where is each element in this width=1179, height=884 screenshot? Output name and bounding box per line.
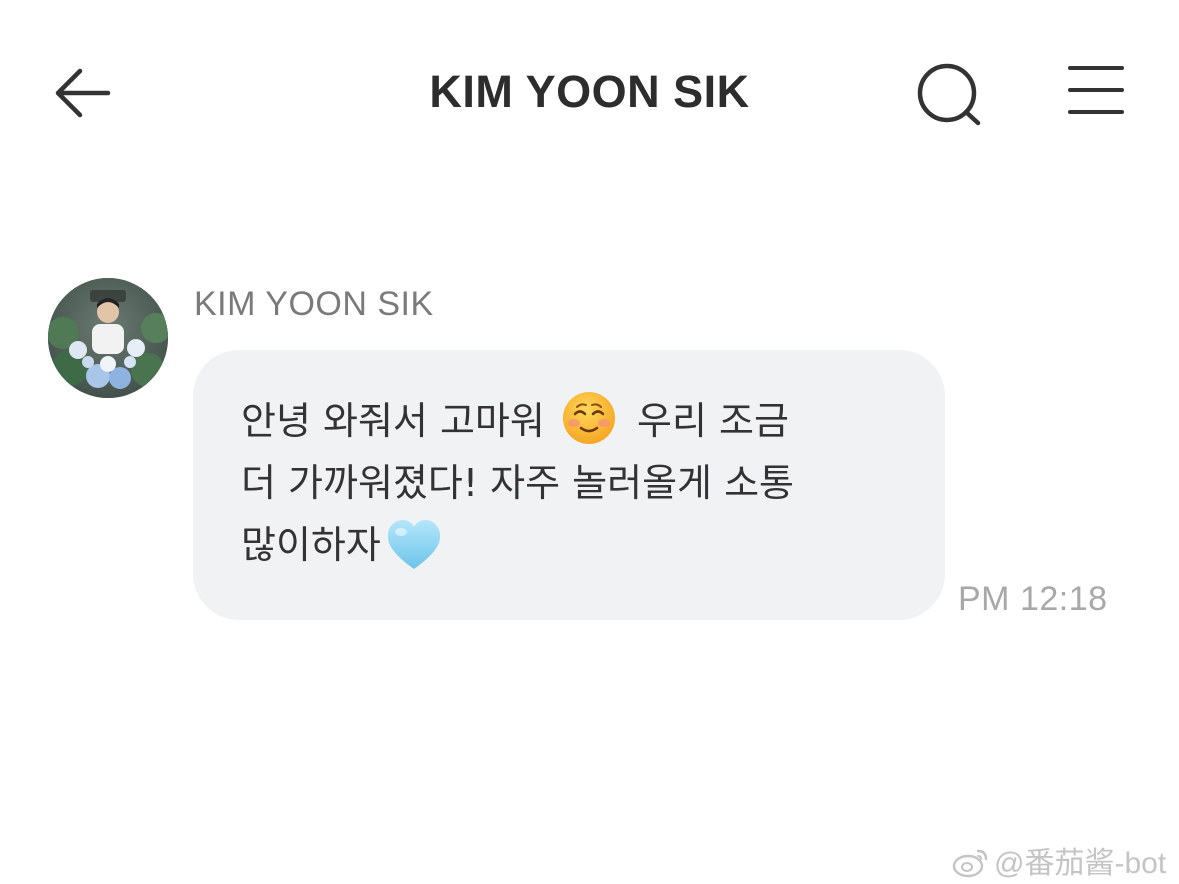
menu-button[interactable]: [1064, 62, 1128, 124]
sender-name: KIM YOON SIK: [194, 285, 434, 323]
message-line-2: 더 가까워졌다! 자주 놀러올게 소통: [241, 461, 794, 505]
chat-title: KIM YOON SIK: [429, 66, 750, 117]
message-bubble[interactable]: 안녕 와줘서 고마워 우리 조금 더 가까워졌다! 자주 놀러올게 소통 많이하…: [193, 350, 945, 620]
sender-avatar[interactable]: [48, 278, 168, 398]
message-line-1: 안녕 와줘서 고마워 우리 조금: [241, 390, 897, 452]
message-text-1a: 안녕 와줘서 고마워: [241, 399, 545, 443]
message-text-1b: 우리 조금: [637, 399, 789, 443]
weibo-icon: [952, 849, 988, 878]
chat-header: KIM YOON SIK: [0, 0, 1179, 190]
search-button[interactable]: [912, 62, 986, 130]
hamburger-menu-icon: [1068, 66, 1124, 114]
chat-screen: KIM YOON SIK KIM YOON SIK 안녕 와줘서 고마워 우리 …: [0, 0, 1179, 884]
search-icon: [917, 63, 981, 126]
avatar-photo: [48, 278, 168, 398]
message-line-3: 많이하자: [241, 514, 897, 576]
smiling-face-emoji-icon: [562, 392, 615, 444]
watermark-text: @番茄酱-bot: [994, 847, 1167, 880]
light-blue-heart-emoji-icon: [387, 520, 440, 569]
watermark: @番茄酱-bot: [952, 838, 1172, 880]
message-text-3: 많이하자: [241, 523, 381, 567]
message-timestamp: PM 12:18: [958, 580, 1108, 618]
